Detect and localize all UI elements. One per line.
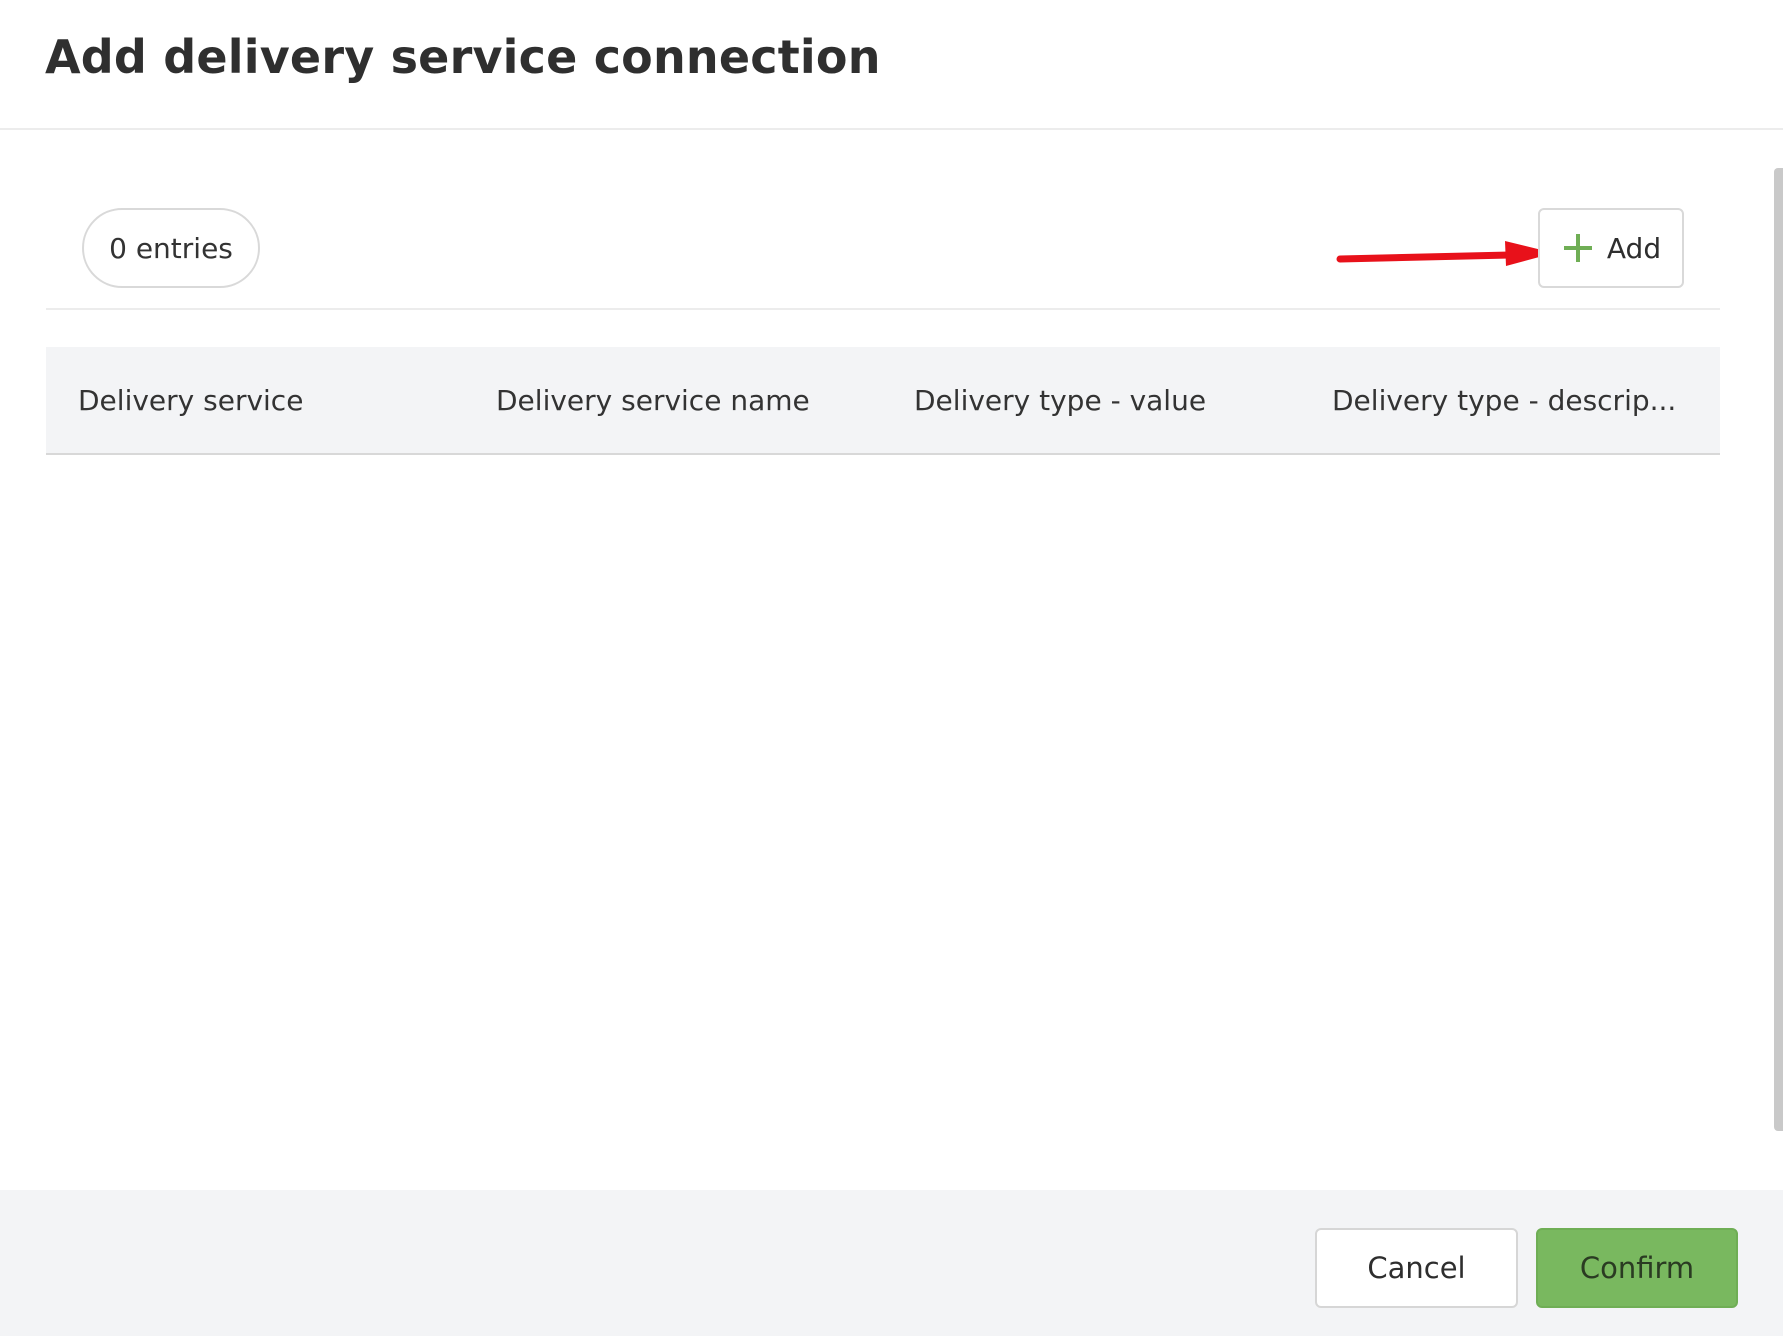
add-button-label: Add	[1606, 231, 1662, 265]
add-delivery-service-dialog: Add delivery service connection 0 entrie…	[0, 0, 1783, 1336]
dialog-footer: Cancel Confirm	[0, 1190, 1783, 1336]
column-header-delivery-service-name[interactable]: Delivery service name	[496, 347, 876, 453]
entries-count-label: 0 entries	[109, 231, 233, 265]
plus-icon	[1563, 233, 1593, 263]
cancel-button[interactable]: Cancel	[1315, 1228, 1518, 1308]
annotation-arrow-icon	[1336, 241, 1554, 266]
table-body-empty	[46, 455, 1720, 1190]
dialog-header: Add delivery service connection	[0, 0, 1783, 130]
dialog-title: Add delivery service connection	[45, 30, 881, 84]
table-header: Delivery service Delivery service name D…	[46, 347, 1720, 455]
column-header-delivery-service[interactable]: Delivery service	[78, 347, 458, 453]
confirm-button[interactable]: Confirm	[1536, 1228, 1738, 1308]
add-entry-button[interactable]: Add	[1538, 208, 1684, 288]
column-header-delivery-type-value[interactable]: Delivery type - value	[914, 347, 1294, 453]
entries-count-badge: 0 entries	[82, 208, 260, 288]
column-header-delivery-type-description[interactable]: Delivery type - descrip...	[1332, 347, 1704, 453]
vertical-scrollbar[interactable]	[1774, 168, 1783, 1131]
toolbar-divider	[46, 308, 1720, 310]
